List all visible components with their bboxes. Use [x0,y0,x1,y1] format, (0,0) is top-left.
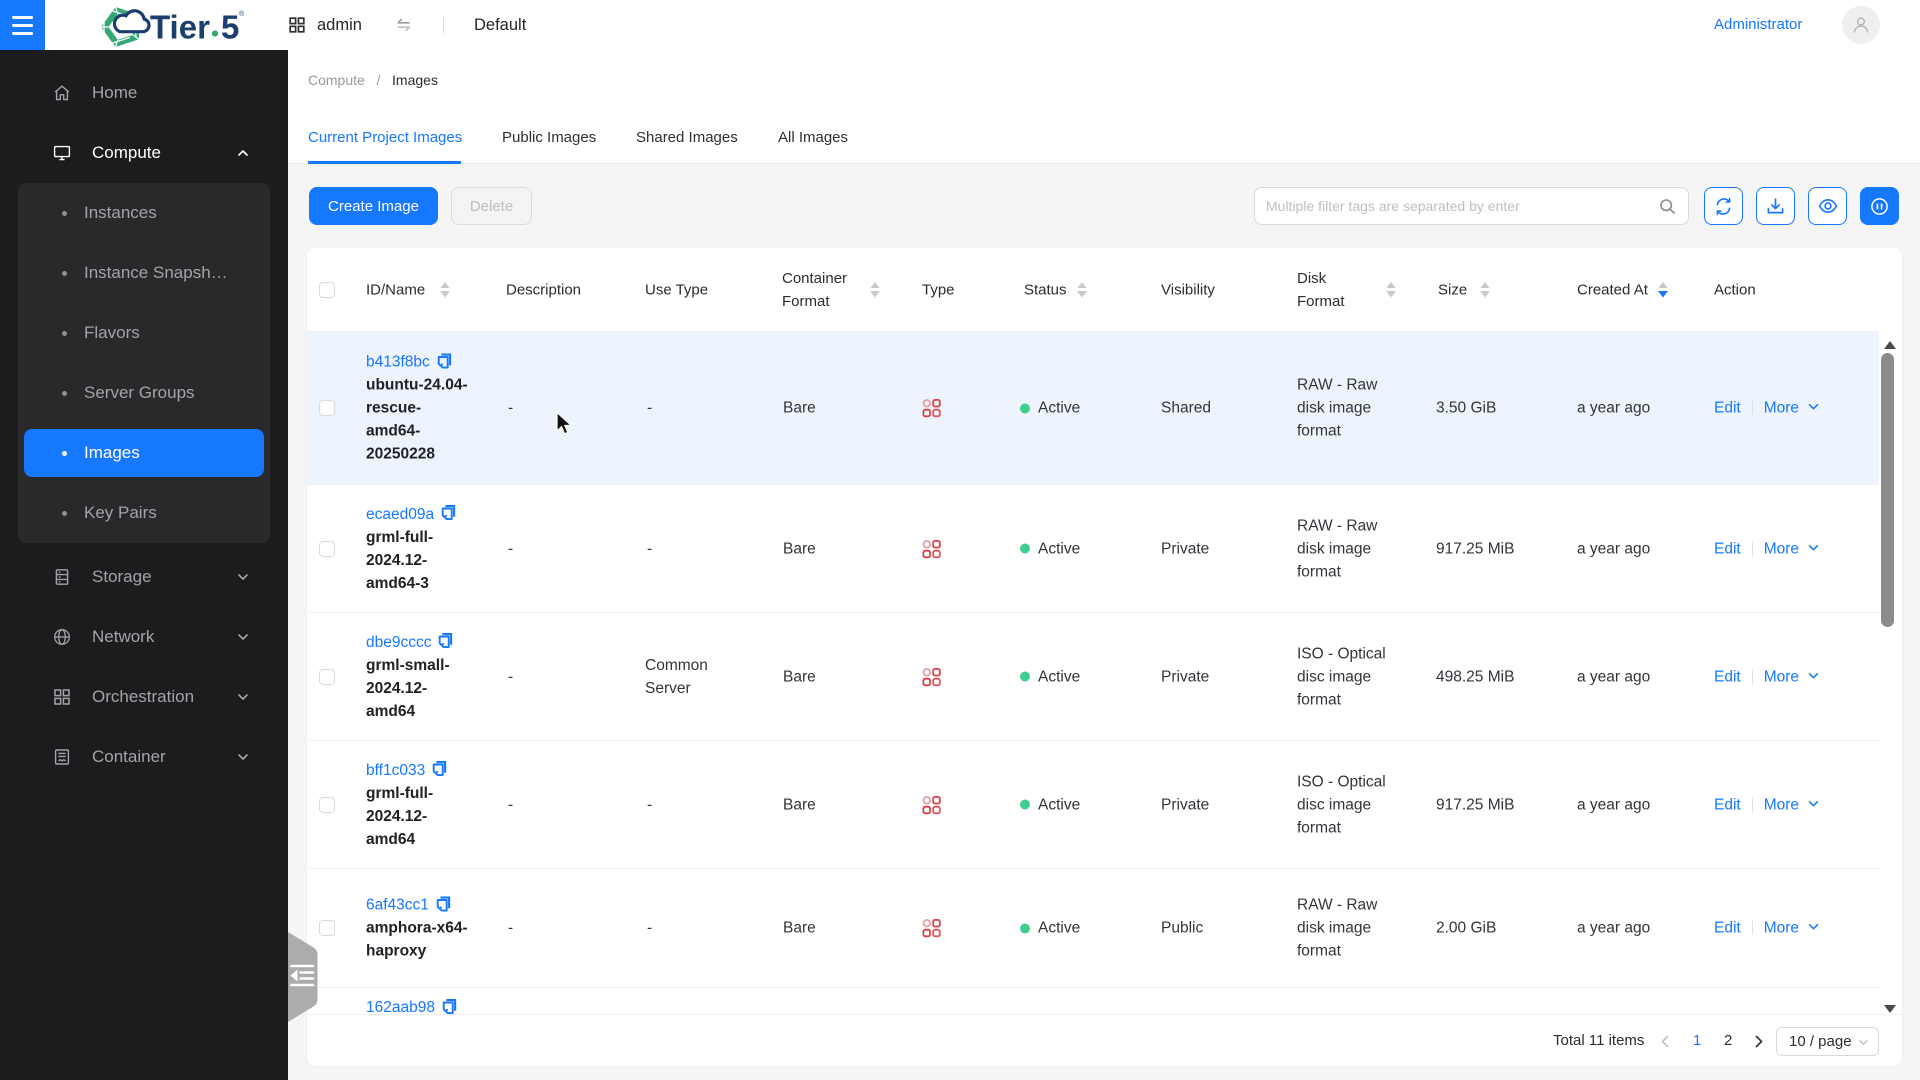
svg-text:Tier: Tier [150,9,210,46]
svg-text:®: ® [239,10,245,18]
svg-text:5: 5 [221,9,239,46]
